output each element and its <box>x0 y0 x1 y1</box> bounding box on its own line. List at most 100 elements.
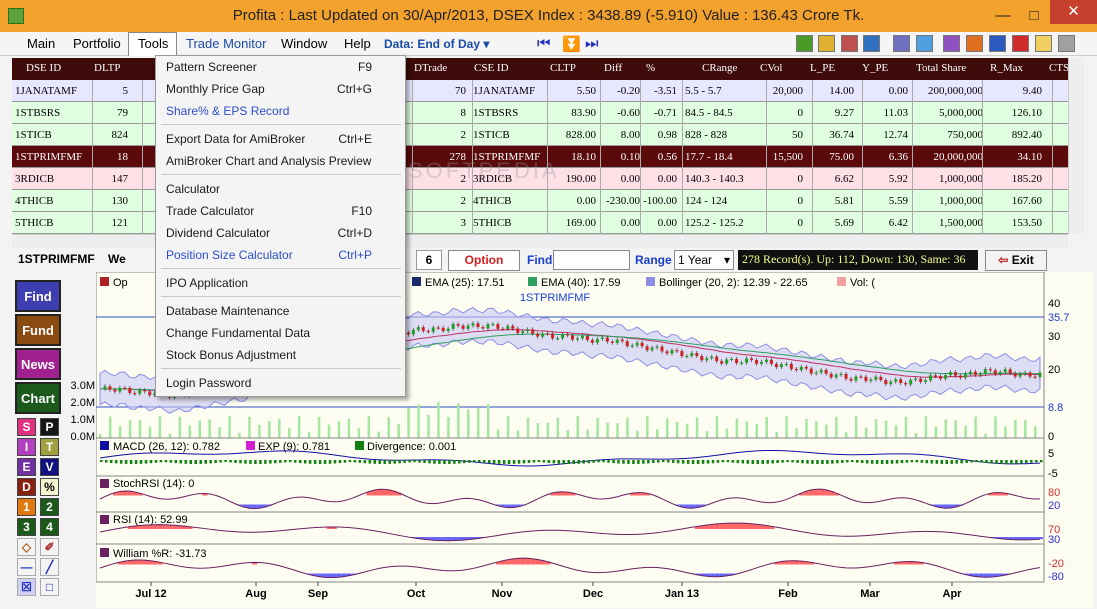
col-rmax[interactable]: R_Max <box>990 62 1023 74</box>
divergence-bar <box>632 460 635 464</box>
column-divider <box>912 80 913 234</box>
edit-icon[interactable] <box>893 35 910 52</box>
close-button[interactable]: ✕ <box>1050 0 1097 24</box>
two-button[interactable]: 2 <box>40 498 59 516</box>
four-button[interactable]: 4 <box>40 518 59 536</box>
col-cltp[interactable]: CLTP <box>550 62 576 74</box>
menu-change-fundamental[interactable]: Change Fundamental Data <box>166 326 310 340</box>
table-vertical-scrollbar[interactable] <box>1068 58 1084 234</box>
d-button[interactable]: D <box>17 478 36 496</box>
report-icon[interactable] <box>841 35 858 52</box>
candle <box>615 339 619 343</box>
download-icon[interactable] <box>796 35 813 52</box>
menu-trade-monitor[interactable]: Trade Monitor <box>186 36 266 51</box>
m-icon[interactable] <box>1012 35 1029 52</box>
chart-button[interactable]: Chart <box>15 382 61 414</box>
nav-first-icon[interactable]: ⏮ <box>537 35 551 52</box>
update-icon[interactable] <box>863 35 880 52</box>
s-button[interactable]: S <box>17 418 36 436</box>
candle <box>580 336 584 339</box>
candle <box>133 393 137 395</box>
candle <box>551 333 555 339</box>
col-pct[interactable]: % <box>646 62 655 74</box>
rect-tool-icon[interactable]: □ <box>40 578 59 596</box>
tab-stock[interactable]: 1STPRIMFMF <box>18 252 95 266</box>
option-button[interactable]: Option <box>448 250 520 271</box>
print-icon[interactable] <box>1058 35 1075 52</box>
p-button[interactable]: P <box>40 418 59 436</box>
col-total-share[interactable]: Total Share <box>916 62 966 74</box>
triangle-icon[interactable] <box>989 35 1006 52</box>
t-button[interactable]: T <box>40 438 59 456</box>
minimize-button[interactable]: — <box>991 6 1015 26</box>
col-dltp[interactable]: DLTP <box>94 62 121 74</box>
menu-calculator[interactable]: Calculator <box>166 182 220 196</box>
col-cts[interactable]: CTS <box>1049 62 1068 74</box>
news-button[interactable]: News <box>15 348 61 380</box>
menu-main[interactable]: Main <box>27 36 55 51</box>
percent-button[interactable]: % <box>40 478 59 496</box>
three-button[interactable]: 3 <box>17 518 36 536</box>
divergence-bar <box>159 460 163 463</box>
col-cvol[interactable]: CVol <box>760 62 782 74</box>
one-button[interactable]: 1 <box>17 498 36 516</box>
menu-database-maintenance[interactable]: Database Maintenance <box>166 304 289 318</box>
nav-last-icon[interactable]: ⏭ <box>585 35 599 52</box>
shape-tool-icon[interactable]: ◇ <box>17 538 36 556</box>
col-diff[interactable]: Diff <box>604 62 622 74</box>
candle <box>829 373 833 378</box>
candle <box>904 383 908 385</box>
menu-window[interactable]: Window <box>281 36 327 51</box>
eraser-tool-icon[interactable]: ✐ <box>40 538 59 556</box>
hline-tool-icon[interactable]: — <box>17 558 36 576</box>
col-crange[interactable]: CRange <box>702 62 737 74</box>
i-button[interactable]: I <box>17 438 36 456</box>
menu-tools[interactable]: Tools <box>138 36 168 51</box>
col-cse-id[interactable]: CSE ID <box>474 62 509 74</box>
fund-button[interactable]: Fund <box>15 314 61 346</box>
menu-amibroker-chart[interactable]: AmiBroker Chart and Analysis Preview <box>166 154 371 168</box>
col-dtrade[interactable]: DTrade <box>414 62 447 74</box>
menu-trade-calculator[interactable]: Trade Calculator <box>166 204 254 218</box>
tab-six[interactable]: 6 <box>416 250 442 270</box>
data-mode-selector[interactable]: Data: End of Day ▾ <box>384 37 489 51</box>
candle <box>680 351 684 357</box>
menu-pattern-screener[interactable]: Pattern Screener <box>166 60 257 74</box>
menu-export-amibroker[interactable]: Export Data for AmiBroker <box>166 132 305 146</box>
tab-web[interactable]: We <box>108 252 126 266</box>
scanner-icon[interactable] <box>966 35 983 52</box>
range-select[interactable]: 1 Year ▾ <box>674 250 734 270</box>
find-button[interactable]: Find <box>15 280 61 312</box>
menu-monthly-price-gap[interactable]: Monthly Price Gap <box>166 82 265 96</box>
col-lpe[interactable]: L_PE <box>810 62 835 74</box>
menu-portfolio[interactable]: Portfolio <box>73 36 121 51</box>
trendline-tool-icon[interactable]: ╱ <box>40 558 59 576</box>
menu-ipo-application[interactable]: IPO Application <box>166 276 248 290</box>
find-input[interactable] <box>553 250 630 270</box>
menu-login-password[interactable]: Login Password <box>166 376 251 390</box>
divergence-bar <box>836 460 839 464</box>
exit-button[interactable]: ⇦ Exit <box>985 250 1047 271</box>
menu-stock-bonus[interactable]: Stock Bonus Adjustment <box>166 348 296 362</box>
menu-help[interactable]: Help <box>344 36 371 51</box>
cell-total-share: 1,000,000 <box>939 195 983 207</box>
nav-down-icon[interactable]: ⏬ <box>562 35 581 53</box>
calendar-icon[interactable] <box>916 35 933 52</box>
maximize-button[interactable]: □ <box>1022 6 1046 26</box>
col-ype[interactable]: Y_PE <box>862 62 888 74</box>
divergence-bar <box>766 460 769 464</box>
delete-tool-icon[interactable]: ☒ <box>17 578 36 596</box>
divergence-bar <box>652 460 655 464</box>
v-button[interactable]: V <box>40 458 59 476</box>
menu-share-eps-record[interactable]: Share% & EPS Record <box>166 104 289 118</box>
analysis-icon[interactable] <box>943 35 960 52</box>
macd-pane <box>96 437 1045 477</box>
e-button[interactable]: E <box>17 458 36 476</box>
menu-position-size-calculator[interactable]: Position Size Calculator <box>166 248 293 262</box>
candle <box>1023 372 1027 374</box>
col-dse-id[interactable]: DSE ID <box>26 62 61 74</box>
notes-icon[interactable] <box>1035 35 1052 52</box>
volume-bar <box>1014 419 1017 438</box>
bar-chart-icon[interactable] <box>818 35 835 52</box>
menu-dividend-calculator[interactable]: Dividend Calculator <box>166 226 270 240</box>
